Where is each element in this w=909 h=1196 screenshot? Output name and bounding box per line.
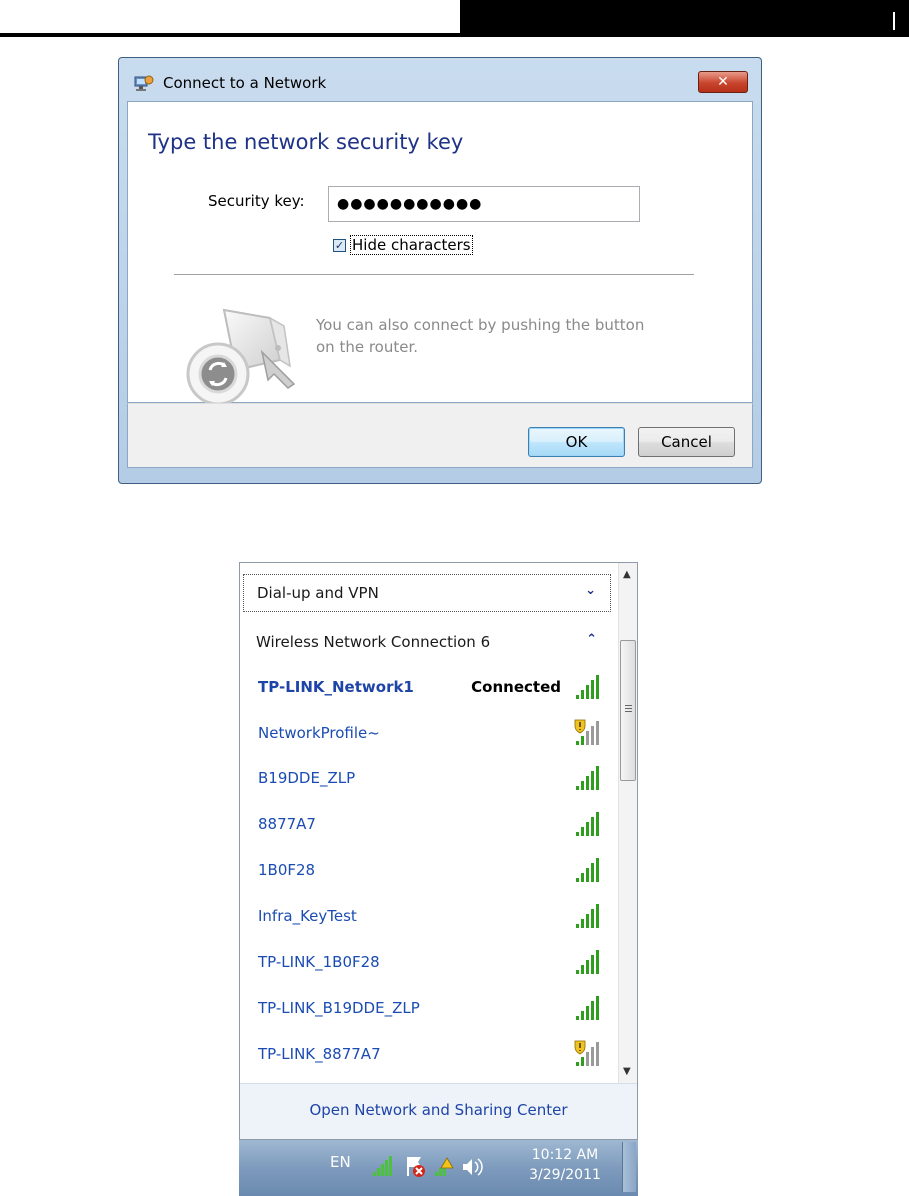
network-row[interactable]: TP-LINK_B19DDE_ZLP [256,994,611,1024]
network-name: NetworkProfile~ [258,724,380,742]
dialog-title: Connect to a Network [163,74,327,92]
taskbar: EN 10:12 AM 3/29/2011 [239,1140,638,1196]
network-name: B19DDE_ZLP [258,769,356,787]
signal-strength-icon [576,996,599,1020]
network-name: 8877A7 [258,815,316,833]
action-center-flag-icon[interactable] [407,1157,425,1177]
section-dialup-vpn[interactable]: Dial-up and VPN ⌄ [243,574,611,612]
network-connect-icon [134,75,154,91]
signal-warning-icon [574,719,599,745]
network-row[interactable]: Infra_KeyTest [256,902,611,932]
network-flyout: Dial-up and VPN ⌄ Wireless Network Conne… [239,562,638,1140]
signal-strength-icon [576,675,599,699]
network-row[interactable]: NetworkProfile~ [256,719,611,749]
ok-button[interactable]: OK [528,427,625,457]
dialog-content: Type the network security key Security k… [127,101,753,406]
clock[interactable]: 10:12 AM 3/29/2011 [527,1145,603,1185]
wifi-signal-icon[interactable] [373,1156,392,1176]
section-wireless-connection[interactable]: Wireless Network Connection 6 ⌃ [243,624,611,662]
network-name: TP-LINK_B19DDE_ZLP [258,999,420,1017]
network-row[interactable]: 8877A7 [256,810,611,840]
security-key-input[interactable]: ●●●●●●●●●●● [328,186,640,222]
network-warning-icon[interactable] [435,1157,454,1176]
network-name: Infra_KeyTest [258,907,357,925]
network-name: 1B0F28 [258,861,316,879]
language-indicator[interactable]: EN [330,1153,351,1171]
network-row[interactable]: B19DDE_ZLP [256,764,611,794]
signal-strength-icon [576,812,599,836]
chevron-up-icon[interactable]: ⌃ [586,632,597,647]
section-wireless-connection-label: Wireless Network Connection 6 [256,633,491,651]
wps-hint-text: You can also connect by pushing the butt… [316,316,645,356]
signal-warning-icon [574,1040,599,1066]
connection-status: Connected [471,678,561,696]
network-name: TP-LINK_8877A7 [258,1045,381,1063]
cancel-button[interactable]: Cancel [638,427,735,457]
network-row[interactable]: TP-LINK_Network1 Connected [256,673,611,703]
header-rule [0,33,460,37]
network-name: TP-LINK_Network1 [258,678,414,696]
header-marker [893,12,895,30]
network-name: TP-LINK_1B0F28 [258,953,380,971]
scroll-down-arrow-icon[interactable]: ▼ [623,1066,631,1077]
section-dialup-vpn-label: Dial-up and VPN [257,584,379,602]
hide-characters-checkbox[interactable]: ✓ [333,238,346,252]
network-row[interactable]: TP-LINK_8877A7 [256,1040,611,1070]
volume-icon[interactable] [463,1158,483,1176]
hide-characters-row[interactable]: ✓ Hide characters [333,235,473,255]
signal-strength-icon [576,950,599,974]
system-tray-icons [373,1156,483,1177]
show-desktop-button[interactable] [622,1142,636,1192]
separator [174,274,694,275]
chevron-down-icon[interactable]: ⌄ [585,583,596,598]
clock-date: 3/29/2011 [529,1167,601,1183]
signal-strength-icon [576,766,599,790]
hide-characters-label[interactable]: Hide characters [350,235,473,255]
scroll-grip-icon [625,705,632,706]
flyout-footer: Open Network and Sharing Center [240,1083,637,1139]
signal-strength-icon [576,904,599,928]
clock-time: 10:12 AM [531,1147,599,1163]
network-row[interactable]: 1B0F28 [256,856,611,886]
scrollbar[interactable]: ▲ ▼ [618,563,637,1083]
header-bar [460,0,909,37]
signal-strength-icon [576,858,599,882]
security-key-label: Security key: [208,192,305,210]
router-push-button-icon [186,308,296,406]
open-network-sharing-center-link[interactable]: Open Network and Sharing Center [240,1101,637,1119]
close-button[interactable]: ✕ [698,71,748,93]
connect-network-dialog: Connect to a Network ✕ Type the network … [118,57,762,484]
scroll-thumb[interactable] [620,640,636,781]
scroll-up-arrow-icon[interactable]: ▲ [623,569,631,580]
dialog-heading: Type the network security key [148,130,464,154]
network-row[interactable]: TP-LINK_1B0F28 [256,948,611,978]
